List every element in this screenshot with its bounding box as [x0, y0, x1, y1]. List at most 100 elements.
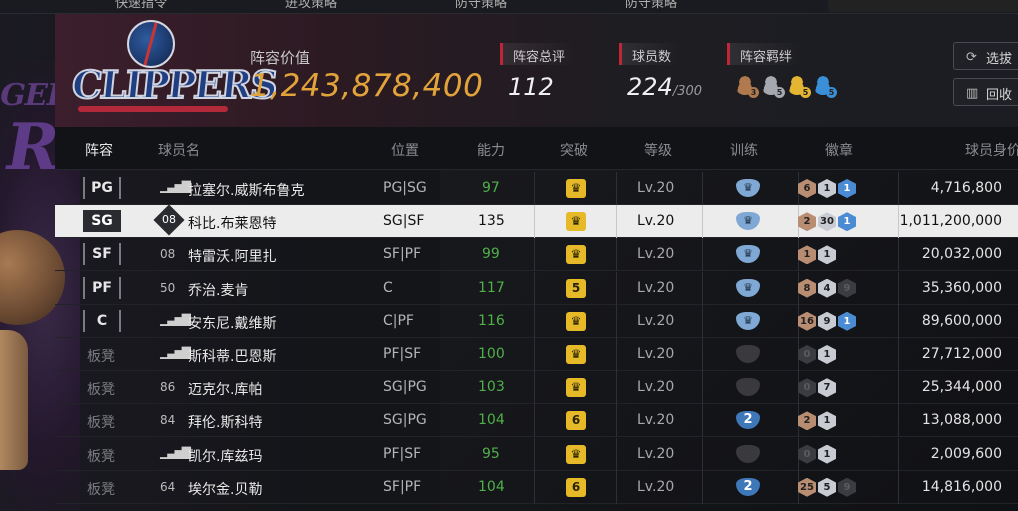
badge-dark-icon: 0: [798, 444, 816, 464]
badge-silver-icon: 4: [818, 278, 836, 298]
player-name[interactable]: 安东尼.戴维斯: [188, 313, 276, 333]
player-value: 25,344,000: [921, 379, 1002, 396]
col-lineup[interactable]: 阵容: [85, 140, 113, 160]
table-row[interactable]: 板凳 64 埃尔金.贝勒 SF|PF 104 6 Lv.20 2 25 5 9 14,816,000: [55, 470, 1018, 504]
slot-label: 板凳: [87, 415, 115, 432]
tab-defense-strategy-2[interactable]: 防守策略: [625, 0, 677, 11]
player-position: PG|SG: [383, 180, 427, 196]
recycle-button[interactable]: ▥ 回收: [953, 78, 1018, 106]
player-name[interactable]: 埃尔金.贝勒: [188, 479, 262, 499]
badge-list: 01: [798, 345, 836, 364]
slot-badge: C: [83, 309, 121, 332]
col-player-value[interactable]: 球员身价: [965, 140, 1018, 160]
badge-bronze-icon: 1: [798, 245, 816, 265]
player-rating: 99: [482, 246, 500, 263]
jersey-number: 08: [160, 247, 176, 262]
player-value: 1,011,200,000: [899, 213, 1002, 230]
player-rating: 104: [478, 478, 505, 495]
col-rating[interactable]: 能力: [477, 140, 505, 160]
table-row[interactable]: 板凳 ▁▃▅▇ 斯科蒂.巴恩斯 PF|SF 100 ♛ Lv.20 0 1 27,712,000: [55, 338, 1018, 371]
training-level: 2: [736, 477, 760, 496]
table-row[interactable]: 板凳 ▁▃▅▇ 凯尔.库兹玛 PF|SF 95 ♛ Lv.20 0 1 2,009,600: [55, 437, 1018, 471]
badge-gold-icon: 1: [838, 179, 856, 198]
badge-silver-icon: 30: [818, 212, 836, 232]
badge-bronze-icon: 16: [798, 311, 816, 331]
col-player-name[interactable]: 球员名: [158, 140, 200, 160]
player-name[interactable]: 斯科蒂.巴恩斯: [188, 346, 276, 366]
slot-label: 板凳: [87, 382, 115, 399]
badge-list: 2 30 1: [798, 212, 856, 232]
badge-list: 07: [798, 378, 836, 398]
table-row[interactable]: 板凳 86 迈克尔.库帕 SG|PG 103 ♛ Lv.20 0 7 25,344,000: [55, 371, 1018, 405]
col-training[interactable]: 训练: [730, 140, 758, 160]
training-cell[interactable]: 2: [702, 470, 799, 504]
table-row[interactable]: C ▁▃▅▇ 安东尼.戴维斯 C|PF 116 ♛ Lv.20 ♛ 16 9 1 89,600,000: [55, 304, 1018, 338]
player-value: 13,088,000: [921, 412, 1002, 429]
breakthrough-cell: ♛: [534, 205, 617, 239]
tab-defense-strategy[interactable]: 防守策略: [455, 0, 507, 11]
badge-list: 21: [798, 411, 836, 431]
player-name[interactable]: 科比.布莱恩特: [188, 213, 276, 233]
recycle-icon: ▥: [966, 86, 979, 101]
training-cell[interactable]: [702, 338, 799, 371]
training-cell[interactable]: ♛: [702, 205, 799, 239]
badge-list: 01: [798, 444, 836, 464]
crown-icon: ♛: [566, 444, 586, 464]
badge-gold-icon: 1: [838, 311, 856, 331]
player-position: PF|SF: [383, 445, 422, 462]
table-row[interactable]: SG 08 科比.布莱恩特 SG|SF 135 ♛ Lv.20 ♛ 2 30 1 1,011,200,…: [55, 204, 1018, 239]
tab-offense-strategy[interactable]: 进攻策略: [285, 0, 337, 11]
breakthrough-level: 5: [566, 278, 586, 298]
select-button[interactable]: ⟳ 选拔: [953, 42, 1018, 70]
player-level: Lv.20: [637, 246, 675, 263]
breakthrough-cell: ♛: [534, 172, 617, 205]
player-name[interactable]: 拜伦.斯科特: [188, 412, 262, 432]
crown-icon: ♛: [566, 212, 586, 232]
training-cell[interactable]: [702, 437, 799, 471]
training-crown-icon: ♛: [736, 278, 760, 297]
col-badges[interactable]: 徽章: [825, 140, 853, 160]
player-name[interactable]: 特雷沃.阿里扎: [188, 246, 276, 266]
badge-gold-icon: 1: [838, 212, 856, 232]
col-level[interactable]: 等级: [644, 140, 672, 160]
crown-icon: ♛: [566, 345, 586, 364]
logo-text: CLIPPERS: [69, 61, 280, 108]
crown-icon: ♛: [566, 245, 586, 265]
player-name[interactable]: 乔治.麦肯: [188, 280, 248, 300]
top-search-box[interactable]: [828, 0, 1018, 12]
badge-dark-icon: 9: [838, 278, 856, 298]
table-row[interactable]: PF 50 乔治.麦肯 C 117 5 Lv.20 ♛ 8 4 9 35,360,000: [55, 271, 1018, 305]
training-cell[interactable]: ♛: [702, 238, 799, 272]
breakthrough-level: 6: [566, 411, 586, 431]
player-name[interactable]: 凯尔.库兹玛: [188, 446, 262, 466]
training-cell[interactable]: ♛: [702, 304, 799, 338]
player-name[interactable]: 迈克尔.库帕: [188, 379, 262, 399]
rank-bars-icon: ▁▃▅▇: [160, 345, 191, 359]
bond-silver-icon: 5: [761, 75, 785, 98]
badge-silver-icon: 9: [818, 311, 836, 331]
jersey-number: 84: [160, 413, 176, 428]
badge-list: 611: [798, 179, 856, 198]
breakthrough-cell: 6: [534, 470, 617, 504]
table-row[interactable]: SF 08 特雷沃.阿里扎 SF|PF 99 ♛ Lv.20 ♛ 1 1 20,032,000: [55, 238, 1018, 272]
tab-quick-commands[interactable]: 快速指令: [115, 0, 167, 11]
player-rating: 97: [482, 180, 500, 196]
training-cell[interactable]: 2: [702, 404, 799, 438]
col-position[interactable]: 位置: [391, 140, 419, 160]
bond-bronze-icon: 3: [735, 75, 759, 98]
player-name[interactable]: 拉塞尔.威斯布鲁克: [188, 180, 304, 200]
top-tab-strip: 快速指令 进攻策略 防守策略 防守策略: [0, 0, 1018, 14]
training-cell[interactable]: ♛: [702, 172, 799, 205]
training-empty-icon: [736, 378, 760, 397]
player-rating: 100: [478, 346, 505, 362]
table-row[interactable]: PG ▁▃▅▇ 拉塞尔.威斯布鲁克 PG|SG 97 ♛ Lv.20 ♛ 6 1 1 4,716,80…: [55, 172, 1018, 205]
training-crown-icon: ♛: [736, 179, 760, 197]
player-level: Lv.20: [637, 379, 675, 396]
training-cell[interactable]: ♛: [702, 271, 799, 305]
player-rating: 117: [478, 279, 505, 296]
crown-icon: ♛: [566, 378, 586, 398]
slot-label: 板凳: [87, 481, 115, 498]
table-row[interactable]: 板凳 84 拜伦.斯科特 SG|PG 104 6 Lv.20 2 2 1 13,088,000: [55, 404, 1018, 438]
col-breakthrough[interactable]: 突破: [560, 140, 588, 160]
training-cell[interactable]: [702, 371, 799, 405]
